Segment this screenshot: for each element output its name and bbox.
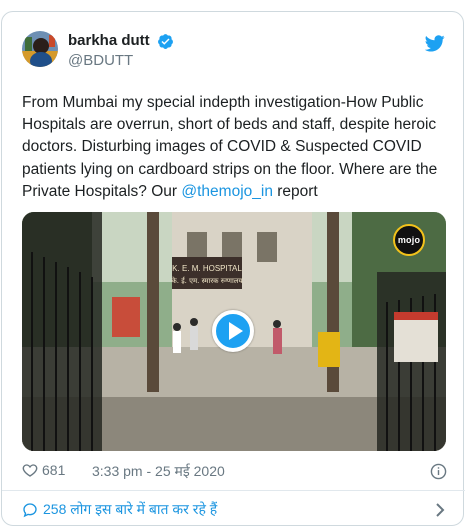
avatar[interactable] — [22, 31, 58, 67]
tweet-meta: 681 3:33 pm - 25 मई 2020 — [22, 462, 447, 482]
info-icon[interactable] — [430, 463, 447, 480]
author-names[interactable]: barkha dutt @BDUTT — [68, 32, 174, 70]
twitter-bird-icon[interactable] — [425, 35, 445, 52]
conversation-link[interactable]: 258 लोग इस बारे में बात कर रहे हैं — [22, 500, 447, 520]
chevron-right-icon — [436, 503, 445, 517]
like-button[interactable]: 681 — [22, 462, 65, 478]
verified-badge-icon — [158, 33, 174, 49]
tweet-card: barkha dutt @BDUTT From Mumbai my specia… — [1, 11, 465, 526]
reply-icon — [23, 503, 37, 518]
hospital-sign-line1: K. E. M. HOSPITAL — [172, 264, 242, 273]
divider — [2, 490, 465, 491]
author-display-name[interactable]: barkha dutt — [68, 32, 150, 50]
tweet-text: From Mumbai my special indepth investiga… — [22, 92, 442, 203]
video-player[interactable]: K. E. M. HOSPITAL के. ई. एम. स्मारक रुग्… — [22, 212, 446, 451]
conversation-count-text[interactable]: 258 लोग इस बारे में बात कर रहे हैं — [43, 500, 217, 519]
mention-link[interactable]: @themojo_in — [181, 183, 273, 200]
like-count: 681 — [42, 462, 66, 478]
tweet-header: barkha dutt @BDUTT — [22, 31, 447, 71]
heart-icon — [22, 464, 38, 477]
play-button[interactable] — [212, 310, 254, 352]
mojo-logo: mojo — [393, 224, 425, 256]
tweet-body-text-end: report — [272, 182, 318, 200]
hospital-sign-line2: के. ई. एम. स्मारक रुग्णालय — [171, 276, 243, 285]
author-handle[interactable]: @BDUTT — [68, 51, 174, 70]
tweet-timestamp[interactable]: 3:33 pm - 25 मई 2020 — [92, 462, 225, 481]
play-icon — [229, 322, 243, 340]
